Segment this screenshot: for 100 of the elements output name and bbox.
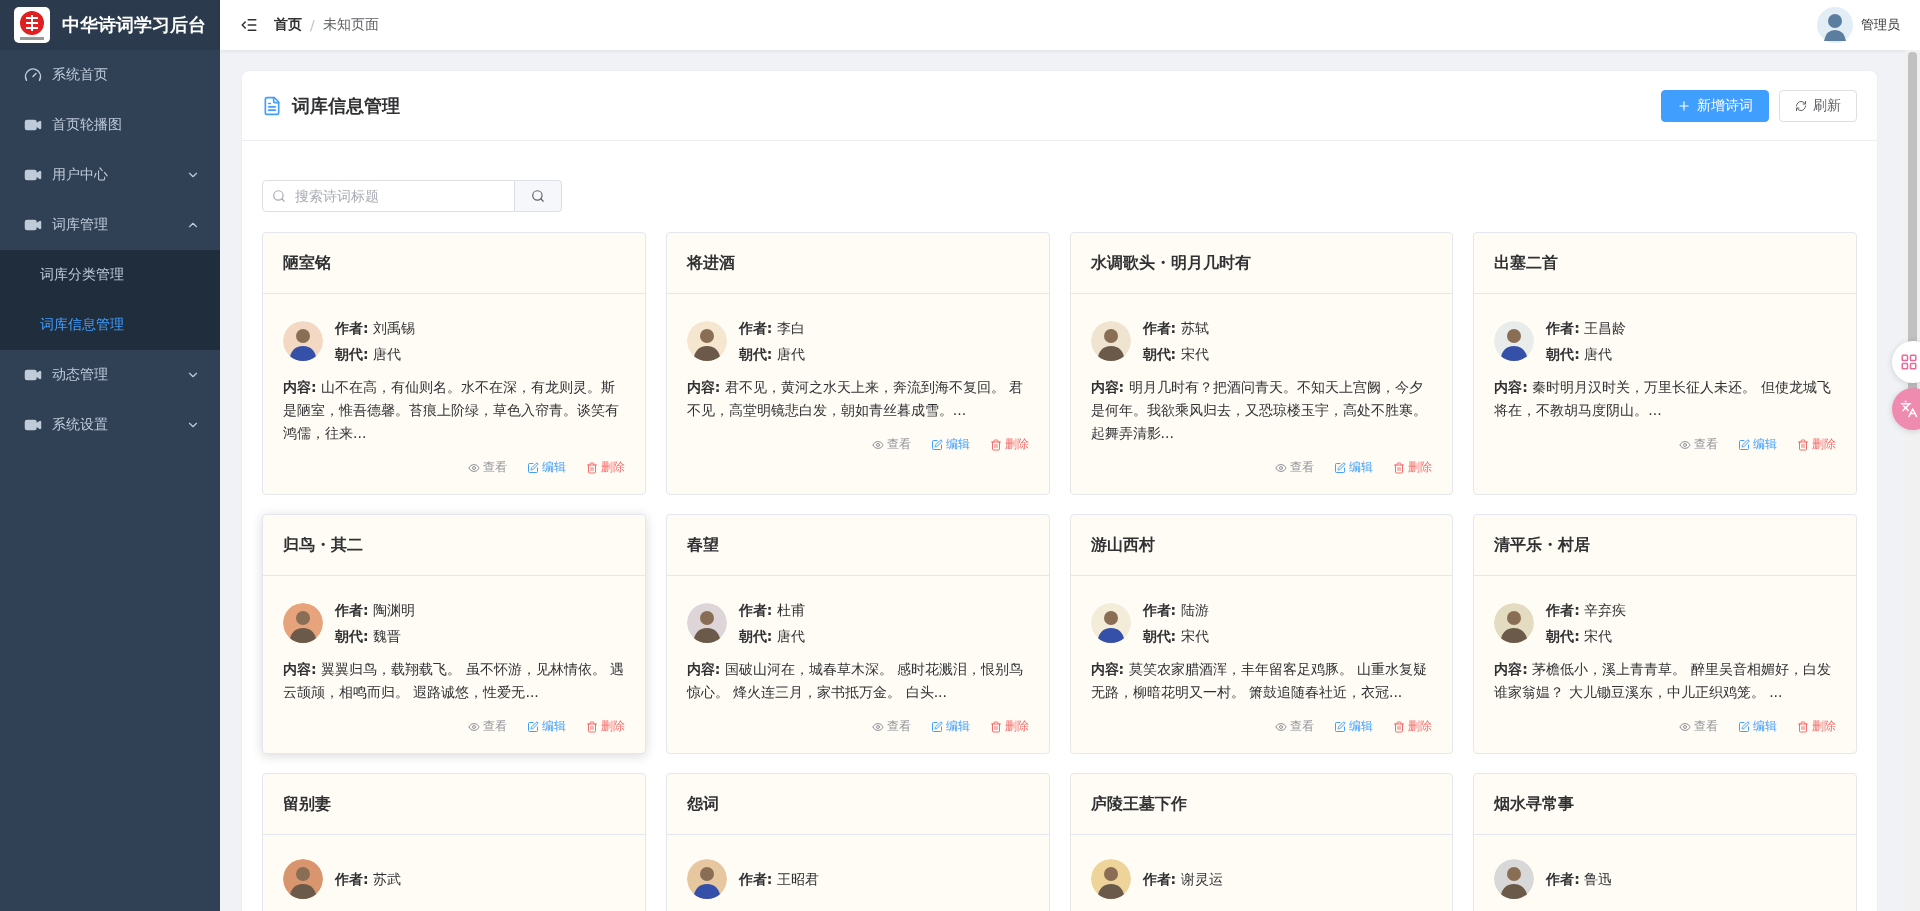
author-line: 作者: 王昌龄	[1546, 319, 1627, 338]
trash-icon	[585, 720, 598, 733]
menu-item[interactable]: 动态管理	[0, 350, 220, 400]
trash-icon	[989, 438, 1002, 451]
user-name[interactable]: 管理员	[1861, 16, 1900, 34]
author-avatar	[686, 321, 727, 361]
delete-link[interactable]: 删除	[585, 459, 625, 476]
edit-link[interactable]: 编辑	[1334, 718, 1374, 735]
delete-link[interactable]: 删除	[1393, 459, 1433, 476]
dashboard-icon	[24, 66, 42, 84]
refresh-icon	[1795, 99, 1807, 112]
edit-icon	[526, 720, 539, 733]
poem-excerpt: 内容: 翼翼归鸟，载翔载飞。 虽不怀游，见林情依。 遇云颉颃，相鸣而归。 遐路诚悠，性爱无...	[283, 660, 625, 702]
edit-icon	[1738, 720, 1750, 733]
author-avatar	[1494, 859, 1535, 899]
author-line: 作者: 陶渊明	[335, 601, 416, 620]
delete-link[interactable]: 删除	[989, 718, 1029, 735]
breadcrumb-item: 未知页面	[322, 16, 379, 34]
scrollbar[interactable]	[1905, 50, 1920, 911]
view-link[interactable]: 查看	[1275, 459, 1315, 476]
author-avatar	[283, 859, 323, 899]
view-link[interactable]: 查看	[1275, 718, 1315, 735]
menu-item[interactable]: 词库管理	[0, 200, 220, 250]
view-link[interactable]: 查看	[871, 436, 911, 453]
breadcrumb-item[interactable]: 首页	[274, 16, 302, 34]
search-button[interactable]	[515, 180, 562, 212]
author-avatar	[686, 603, 727, 643]
grid-icon	[1900, 353, 1918, 371]
poem-title: 春望	[686, 534, 719, 556]
menu-toggle-icon[interactable]	[240, 16, 258, 34]
edit-link[interactable]: 编辑	[1738, 436, 1777, 453]
edit-icon	[1738, 438, 1750, 451]
trash-icon	[1797, 438, 1809, 451]
edit-icon	[930, 720, 943, 733]
dynasty-line: 朝代: 唐代	[335, 345, 403, 364]
trash-icon	[585, 461, 598, 474]
delete-link[interactable]: 删除	[1797, 718, 1836, 735]
eye-icon	[467, 720, 480, 733]
author-line: 作者: 辛弃疾	[1546, 601, 1627, 620]
edit-link[interactable]: 编辑	[930, 436, 970, 453]
eye-icon	[467, 461, 480, 474]
view-link[interactable]: 查看	[467, 459, 507, 476]
delete-link[interactable]: 删除	[989, 436, 1029, 453]
author-avatar	[1090, 321, 1131, 361]
breadcrumb-separator: /	[310, 17, 315, 33]
add-button[interactable]: 新增诗词	[1661, 89, 1769, 122]
delete-link[interactable]: 删除	[1393, 718, 1433, 735]
menu-item[interactable]: 系统首页	[0, 50, 220, 100]
author-line: 作者: 王昭君	[738, 870, 819, 889]
edit-icon	[526, 461, 539, 474]
trash-icon	[1797, 720, 1809, 733]
trash-icon	[1393, 461, 1406, 474]
author-line: 作者: 杜甫	[738, 601, 805, 620]
menu-item[interactable]: 首页轮播图	[0, 100, 220, 150]
poem-title: 烟水寻常事	[1494, 793, 1575, 815]
poem-title: 清平乐・村居	[1494, 534, 1591, 556]
view-link[interactable]: 查看	[467, 718, 507, 735]
author-line: 作者: 鲁迅	[1546, 870, 1613, 889]
plus-icon	[1677, 98, 1691, 113]
poem-excerpt: 内容: 明月几时有？把酒问青天。不知天上宫阙，今夕是何年。我欲乘风归去，又恐琼楼玉宇，高处不胜寒。起舞弄清影...	[1090, 378, 1428, 443]
menu-item[interactable]: 用户中心	[0, 150, 220, 200]
author-avatar	[1494, 321, 1535, 361]
edit-icon	[930, 438, 943, 451]
poem-title: 庐陵王墓下作	[1090, 793, 1187, 815]
poem-title: 将进酒	[686, 252, 735, 274]
author-avatar	[1494, 603, 1535, 643]
app-title: 中华诗词学习后台	[62, 13, 206, 37]
delete-link[interactable]: 删除	[585, 718, 625, 735]
user-avatar[interactable]	[1817, 7, 1853, 43]
search-field[interactable]: 搜索诗词标题	[262, 180, 515, 212]
eye-icon	[871, 720, 884, 733]
poem-excerpt: 内容: 山不在高，有仙则名。水不在深，有龙则灵。斯是陋室，惟吾德馨。苔痕上阶绿，草色入帘青。谈笑有鸿儒，往来...	[283, 378, 620, 443]
document-icon	[262, 95, 282, 116]
edit-link[interactable]: 编辑	[1738, 718, 1777, 735]
author-line: 作者: 苏轼	[1142, 319, 1209, 338]
submenu-item[interactable]: 词库信息管理	[0, 300, 220, 350]
edit-link[interactable]: 编辑	[930, 718, 970, 735]
view-link[interactable]: 查看	[1679, 436, 1718, 453]
edit-link[interactable]: 编辑	[526, 718, 566, 735]
poem-title: 出塞二首	[1494, 252, 1559, 274]
author-avatar	[1090, 859, 1131, 899]
author-avatar	[283, 603, 323, 643]
delete-link[interactable]: 删除	[1797, 436, 1836, 453]
refresh-button[interactable]: 刷新	[1779, 89, 1857, 122]
logo-icon	[14, 7, 50, 43]
dynasty-line: 朝代: 魏晋	[335, 627, 403, 646]
poem-title: 游山西村	[1090, 534, 1155, 556]
author-line: 作者: 刘禹锡	[335, 319, 416, 338]
poem-excerpt: 内容: 秦时明月汉时关，万里长征人未还。 但使龙城飞将在，不教胡马度阴山。...	[1494, 378, 1832, 420]
edit-link[interactable]: 编辑	[1334, 459, 1374, 476]
poem-title: 怨词	[686, 793, 719, 815]
submenu-item[interactable]: 词库分类管理	[0, 250, 220, 300]
view-link[interactable]: 查看	[871, 718, 911, 735]
menu-item[interactable]: 系统设置	[0, 400, 220, 450]
view-link[interactable]: 查看	[1679, 718, 1718, 735]
edit-link[interactable]: 编辑	[526, 459, 566, 476]
dynasty-line: 朝代: 宋代	[1546, 627, 1614, 646]
edit-icon	[1334, 720, 1347, 733]
eye-icon	[1679, 720, 1691, 733]
trash-icon	[1393, 720, 1406, 733]
